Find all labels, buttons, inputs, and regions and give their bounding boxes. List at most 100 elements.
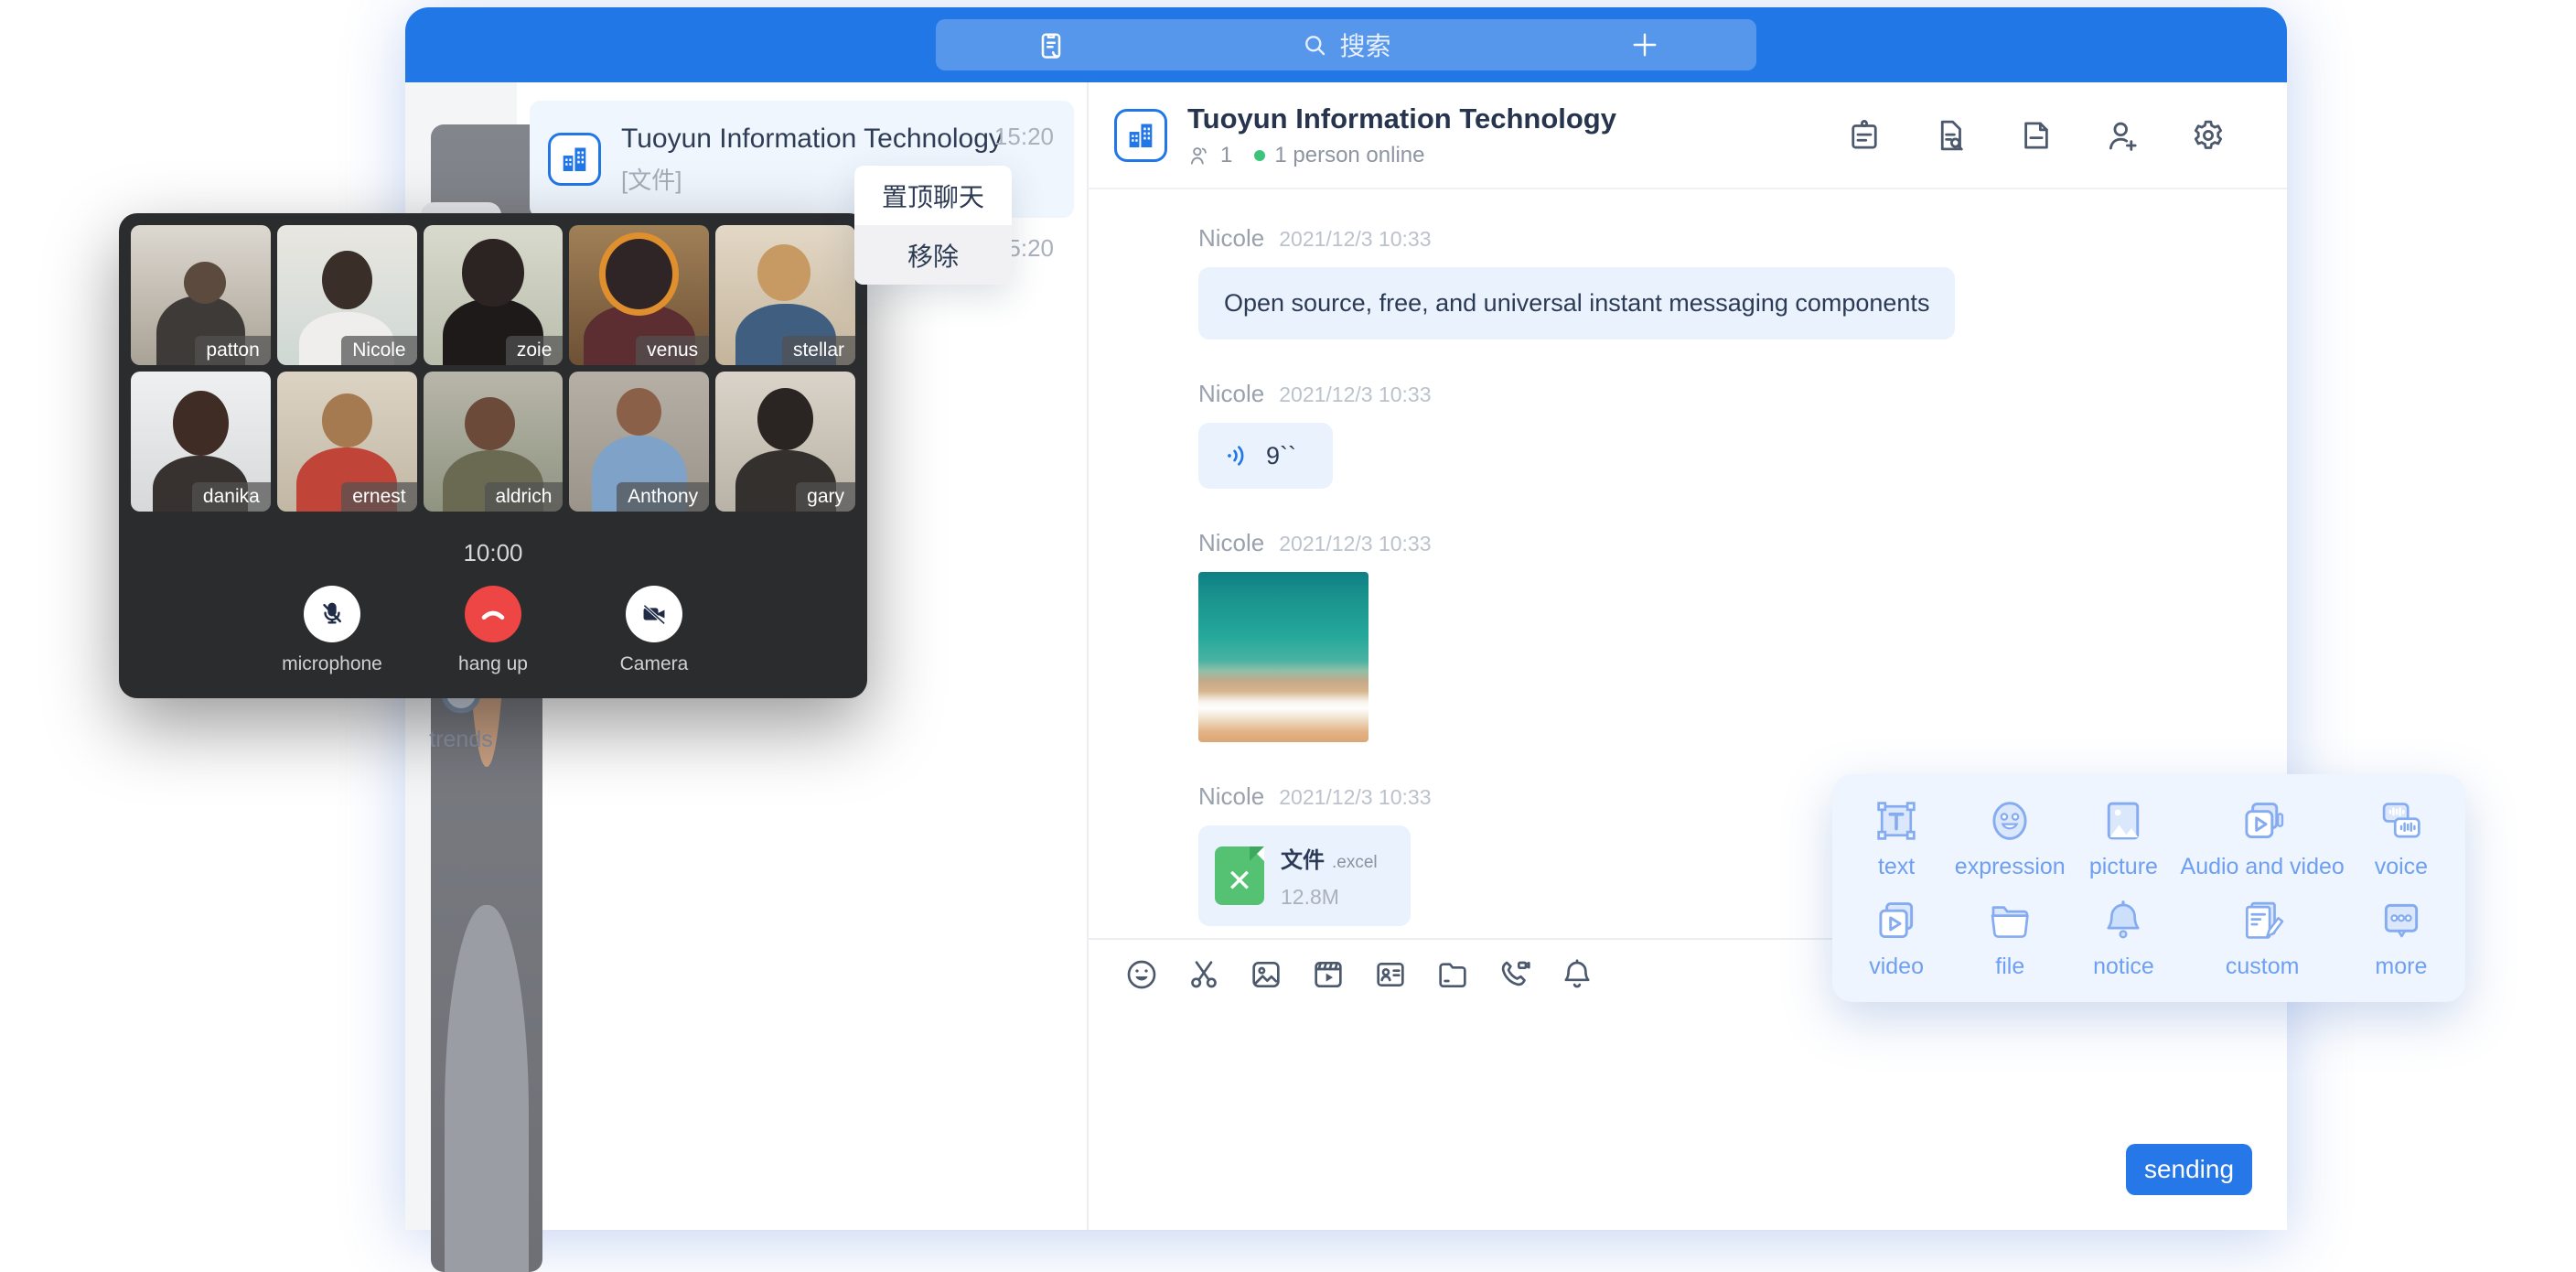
chat-panel: Tuoyun Information Technology 1 1 person… [1089, 82, 2287, 1230]
message-bubble[interactable]: Open source, free, and universal instant… [1198, 267, 1955, 340]
mic-off-icon [317, 599, 347, 629]
picture-blue-icon [2098, 796, 2148, 846]
menu-item-pin-chat[interactable]: 置顶聊天 [854, 166, 1012, 225]
chat-settings-button[interactable] [2179, 106, 2238, 165]
participant-name: aldrich [485, 482, 564, 512]
emoji-icon[interactable] [1123, 956, 1160, 993]
popup-item-video[interactable]: video [1840, 889, 1953, 988]
file-size: 12.8M [1281, 885, 1378, 910]
file-name: 文件 [1281, 842, 1325, 874]
chat-title: Tuoyun Information Technology [1187, 102, 1616, 135]
popup-item-picture[interactable]: picture [2066, 789, 2180, 889]
popup-label: picture [2089, 854, 2158, 880]
popup-label: voice [2375, 854, 2428, 880]
video-call-window[interactable]: patton Nicole zoie venus stellar danika … [119, 213, 867, 698]
online-status: 1 person online [1274, 143, 1424, 168]
participant-name: Nicole [341, 336, 416, 365]
participant-tile: gary [715, 372, 855, 512]
sender-name: Nicole [1198, 782, 1264, 811]
popup-label: video [1869, 954, 1924, 980]
hang-up-label: hang up [458, 653, 528, 675]
file-icon [2017, 116, 2055, 155]
popup-item-custom[interactable]: custom [2181, 889, 2345, 988]
send-button[interactable]: sending [2126, 1144, 2252, 1195]
popup-label: notice [2093, 954, 2154, 980]
members-icon [1187, 144, 1211, 167]
chat-files-button[interactable] [2007, 106, 2066, 165]
camera-off-icon [639, 599, 669, 629]
chat-header: Tuoyun Information Technology 1 1 person… [1089, 82, 2287, 189]
conversation-title: Tuoyun Information Technology [621, 124, 1003, 155]
screenshot-scissors-icon[interactable] [1186, 956, 1222, 993]
image-message-beach[interactable] [1198, 572, 1368, 742]
group-notice-button[interactable] [1835, 106, 1894, 165]
search-icon [1301, 31, 1328, 59]
notice-bell-icon [2098, 896, 2148, 945]
message-time: 2021/12/3 10:33 [1279, 227, 1431, 252]
notification-bell-icon[interactable] [1559, 956, 1595, 993]
popup-label: more [2375, 954, 2427, 980]
participant-tile: venus [569, 225, 709, 365]
popup-label: text [1878, 854, 1915, 880]
folder-icon[interactable] [1434, 956, 1471, 993]
popup-item-file[interactable]: file [1953, 889, 2066, 988]
call-controls: microphone hang up Camera [131, 586, 855, 675]
expression-icon [1985, 796, 2034, 846]
add-button[interactable] [1628, 28, 1661, 61]
participant-name: patton [195, 336, 270, 365]
popup-item-text[interactable]: text [1840, 789, 1953, 889]
picture-icon[interactable] [1248, 956, 1284, 993]
folder-open-icon [1985, 896, 2034, 945]
file-message-bubble[interactable]: ✕ 文件 .excel 12.8M [1198, 825, 1411, 926]
voice-duration: 9`` [1266, 442, 1296, 470]
add-member-button[interactable] [2093, 106, 2152, 165]
contact-card-icon[interactable] [1372, 956, 1409, 993]
message-text: Nicole 2021/12/3 10:33 Open source, free… [1129, 224, 2250, 340]
popup-label: expression [1955, 854, 2066, 880]
search-bar[interactable]: 搜索 [936, 19, 1756, 70]
popup-item-notice[interactable]: notice [2066, 889, 2180, 988]
participant-tile: ernest [277, 372, 417, 512]
microphone-toggle[interactable]: microphone [277, 586, 387, 675]
search-placeholder[interactable]: 搜索 [1339, 27, 1390, 63]
message-time: 2021/12/3 10:33 [1279, 785, 1431, 810]
video-clip-icon[interactable] [1310, 956, 1347, 993]
camera-toggle[interactable]: Camera [599, 586, 709, 675]
sender-name: Nicole [1198, 380, 1264, 408]
file-extension: .excel [1332, 853, 1378, 873]
message-image: Nicole 2021/12/3 10:33 [1129, 529, 2250, 742]
participant-name: Anthony [617, 482, 709, 512]
popup-item-voice[interactable]: voice [2345, 789, 2458, 889]
message-time: 2021/12/3 10:33 [1279, 532, 1431, 556]
top-bar: 搜索 [405, 7, 2287, 82]
notice-board-icon [1845, 116, 1884, 155]
popup-item-more[interactable]: more [2345, 889, 2458, 988]
contacts-icon[interactable] [1035, 28, 1068, 61]
plus-icon [1628, 28, 1661, 61]
message-input[interactable]: sending [1089, 1009, 2287, 1230]
menu-item-remove[interactable]: 移除 [854, 225, 1012, 285]
participant-grid: patton Nicole zoie venus stellar danika … [131, 225, 855, 512]
group-avatar [548, 133, 601, 186]
message-voice: Nicole 2021/12/3 10:33 9`` [1129, 380, 2250, 489]
participant-name: zoie [506, 336, 564, 365]
message-type-popup: text expression picture Audio and video [1832, 774, 2465, 1002]
conversation-time: 15:20 [994, 123, 1054, 151]
participant-tile: zoie [424, 225, 564, 365]
audio-video-icon [2238, 796, 2287, 846]
participant-name: danika [192, 482, 271, 512]
popup-item-audio-video[interactable]: Audio and video [2181, 789, 2345, 889]
group-avatar [1114, 109, 1167, 162]
member-count: 1 [1220, 143, 1232, 168]
hang-up-button[interactable]: hang up [438, 586, 548, 675]
popup-label: custom [2226, 954, 2300, 980]
chat-search-button[interactable] [1921, 106, 1980, 165]
call-icon[interactable] [1497, 956, 1533, 993]
popup-item-expression[interactable]: expression [1953, 789, 2066, 889]
popup-label: Audio and video [2181, 854, 2345, 880]
building-icon [559, 144, 590, 175]
excel-file-icon: ✕ [1215, 846, 1264, 905]
participant-tile: aldrich [424, 372, 564, 512]
more-bubble-icon [2377, 896, 2426, 945]
voice-message-bubble[interactable]: 9`` [1198, 423, 1333, 489]
